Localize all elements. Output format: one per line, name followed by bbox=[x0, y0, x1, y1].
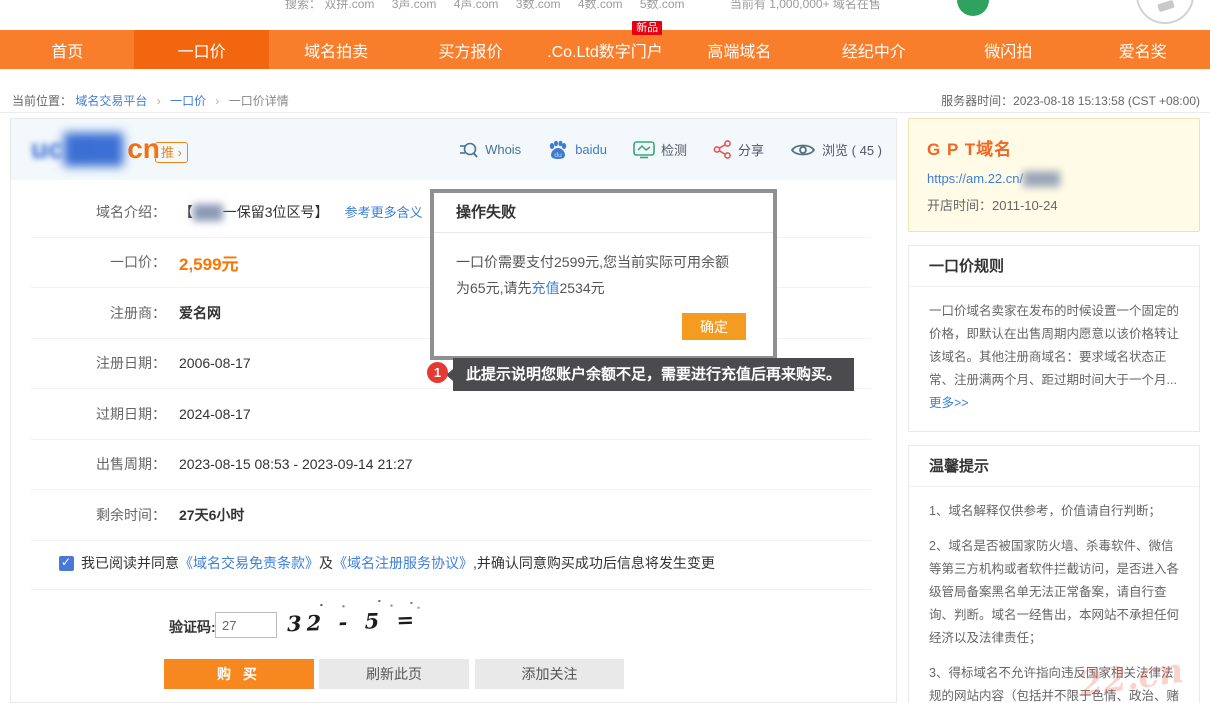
share-button[interactable]: 分享 bbox=[713, 140, 764, 159]
rules-body: 一口价域名卖家在发布的时候设置一个固定的价格，即默认在出售周期内愿意以该价格转让… bbox=[909, 287, 1199, 431]
add-watch-button[interactable]: 添加关注 bbox=[475, 659, 624, 689]
top-search-bar: 搜索： 双拼.com 3声.com 4声.com 3数.com 4数.com 5… bbox=[0, 0, 1210, 28]
check-button[interactable]: 检测 bbox=[633, 140, 687, 159]
breadcrumb-link-fixed-price[interactable]: 一口价 bbox=[170, 94, 206, 108]
annotation-tooltip: 此提示说明您账户余额不足，需要进行充值后再来购买。 bbox=[453, 358, 854, 391]
annotation-step-badge: 1 bbox=[427, 362, 448, 383]
captcha-label: 验证码: bbox=[169, 617, 216, 637]
server-time: 服务器时间：2023-08-18 15:13:58 (CST +08:00) bbox=[941, 92, 1200, 109]
agreement-checkbox[interactable] bbox=[59, 556, 74, 571]
customer-service-icon[interactable] bbox=[957, 0, 989, 16]
breadcrumb-separator: › bbox=[215, 94, 219, 108]
time-left-value: 27天6小时 bbox=[179, 505, 244, 525]
nav-item-buyer-offer[interactable]: 买方报价 bbox=[403, 30, 537, 69]
reg-date-value: 2006-08-17 bbox=[179, 355, 251, 371]
share-icon bbox=[713, 140, 732, 159]
breadcrumb-current: 一口价详情 bbox=[229, 94, 289, 108]
price-value: 2,599元 bbox=[179, 250, 239, 275]
tips-title: 温馨提示 bbox=[909, 446, 1199, 487]
shop-open-date: 开店时间：2011-10-24 bbox=[927, 195, 1181, 214]
breadcrumb-separator: › bbox=[157, 94, 161, 108]
trade-disclaimer-link[interactable]: 《域名交易免责条款》 bbox=[179, 553, 319, 573]
tip-item-2: 2、域名是否被国家防火墙、杀毒软件、微信等第三方机构或者软件拦截访问，是否进入各… bbox=[929, 535, 1181, 650]
rules-text: 一口价域名卖家在发布的时候设置一个固定的价格，即默认在出售周期内愿意以该价格转让… bbox=[929, 300, 1181, 415]
breadcrumb-link-platform[interactable]: 域名交易平台 bbox=[75, 94, 147, 108]
expire-date-value: 2024-08-17 bbox=[179, 406, 251, 422]
row-expire-date: 过期日期： 2024-08-17 bbox=[31, 389, 871, 440]
domain-header: uc███cn 推 › Whois bbox=[11, 119, 896, 180]
seller-shop-card: G P T域名 https://am.22.cn/████ 开店时间：2011-… bbox=[908, 118, 1200, 232]
nav-item-home[interactable]: 首页 bbox=[0, 30, 134, 69]
nav-item-auction[interactable]: 域名拍卖 bbox=[269, 30, 403, 69]
nav-item-broker[interactable]: 经纪中介 bbox=[807, 30, 941, 69]
registrar-value: 爱名网 bbox=[179, 303, 221, 323]
row-time-left: 剩余时间： 27天6小时 bbox=[31, 490, 871, 541]
tip-item-3: 3、得标域名不允许指向违反国家相关法律法规的网站内容（包括并不限于色情、政治、赌… bbox=[929, 662, 1181, 703]
sidebar: G P T域名 https://am.22.cn/████ 开店时间：2011-… bbox=[908, 118, 1200, 703]
main-nav: 首页 一口价 域名拍卖 买方报价 .Co.Ltd数字门户 新品 高端域名 经纪中… bbox=[0, 30, 1210, 69]
rules-more-link[interactable]: 更多>> bbox=[929, 396, 969, 410]
page: 搜索： 双拼.com 3声.com 4声.com 3数.com 4数.com 5… bbox=[0, 0, 1210, 703]
baidu-button[interactable]: du baidu bbox=[547, 140, 607, 160]
baidu-paw-icon: du bbox=[547, 140, 569, 160]
dialog-title: 操作失败 bbox=[434, 193, 773, 233]
nav-item-flash-auction[interactable]: 微闪拍 bbox=[941, 30, 1075, 69]
shop-title: G P T域名 bbox=[927, 135, 1181, 160]
breadcrumb-prefix: 当前位置： bbox=[12, 94, 72, 108]
more-meaning-link[interactable]: 参考更多含义 bbox=[345, 202, 423, 221]
intro-value: 【███一保留3位区号】 bbox=[179, 202, 329, 222]
rules-title: 一口价规则 bbox=[909, 246, 1199, 287]
promote-badge[interactable]: 推 › bbox=[155, 142, 188, 163]
tip-item-1: 1、域名解释仅供参考，价值请自行判断； bbox=[929, 500, 1181, 523]
domain-name-redacted: ███ bbox=[64, 133, 124, 164]
row-sale-period: 出售周期： 2023-08-15 08:53 - 2023-09-14 21:2… bbox=[31, 440, 871, 491]
nav-item-coltd-portal[interactable]: .Co.Ltd数字门户 新品 bbox=[538, 30, 672, 69]
avatar-glyph bbox=[1157, 0, 1175, 12]
whois-button[interactable]: Whois bbox=[459, 141, 521, 159]
whois-search-icon bbox=[459, 141, 479, 159]
agreement-row: 我已阅读并同意 《域名交易免责条款》 及 《域名注册服务协议》 ,并确认同意购买… bbox=[59, 553, 715, 573]
nav-item-premium-domains[interactable]: 高端域名 bbox=[672, 30, 806, 69]
views-counter[interactable]: 浏览 ( 45 ) bbox=[790, 140, 882, 159]
dialog-message: 一口价需要支付2599元,您当前实际可用余额为65元,请先充值2534元 bbox=[434, 233, 764, 301]
divider bbox=[31, 589, 871, 590]
captcha-image[interactable]: 32 - 5 = bbox=[287, 607, 420, 637]
monitor-check-icon bbox=[633, 141, 655, 159]
domain-stock-count: 当前有 1,000,000+ 域名在售 bbox=[730, 0, 881, 11]
shop-url-link[interactable]: https://am.22.cn/████ bbox=[927, 171, 1181, 186]
warm-tips-card: 温馨提示 1、域名解释仅供参考，价值请自行判断； 2、域名是否被国家防火墙、杀毒… bbox=[908, 445, 1200, 703]
nav-item-fixed-price[interactable]: 一口价 bbox=[134, 30, 268, 69]
confirm-button[interactable]: 确定 bbox=[682, 313, 746, 340]
captcha-row: 验证码: 32 - 5 = bbox=[11, 609, 896, 643]
sale-period-value: 2023-08-15 08:53 - 2023-09-14 21:27 bbox=[179, 456, 413, 472]
domain-tools: Whois du baidu bbox=[459, 119, 882, 180]
nav-item-aiming-award[interactable]: 爱名奖 bbox=[1076, 30, 1210, 69]
svg-text:du: du bbox=[554, 152, 562, 159]
intro-redacted: ███ bbox=[193, 204, 223, 220]
fixed-price-rules-card: 一口价规则 一口价域名卖家在发布的时候设置一个固定的价格，即默认在出售周期内愿意… bbox=[908, 245, 1200, 432]
search-label: 搜索： bbox=[285, 0, 321, 11]
user-avatar-icon[interactable] bbox=[1136, 0, 1194, 24]
breadcrumb-row: 当前位置： 域名交易平台 › 一口价 › 一口价详情 服务器时间：2023-08… bbox=[0, 86, 1210, 113]
shop-url-redacted: ████ bbox=[1023, 171, 1060, 186]
search-link-shuangpin[interactable]: 双拼.com bbox=[324, 0, 374, 11]
search-link-3shu[interactable]: 3数.com bbox=[516, 0, 561, 11]
search-link-3sheng[interactable]: 3声.com bbox=[392, 0, 437, 11]
eye-icon bbox=[790, 142, 816, 158]
tips-body: 1、域名解释仅供参考，价值请自行判断； 2、域名是否被国家防火墙、杀毒软件、微信… bbox=[909, 487, 1199, 703]
buy-button[interactable]: 购 买 bbox=[164, 659, 314, 689]
captcha-input[interactable] bbox=[215, 612, 277, 638]
action-buttons: 购 买 刷新此页 添加关注 bbox=[11, 659, 896, 689]
recharge-link[interactable]: 充值 bbox=[531, 280, 559, 296]
search-link-4sheng[interactable]: 4声.com bbox=[454, 0, 499, 11]
breadcrumb: 当前位置： 域名交易平台 › 一口价 › 一口价详情 bbox=[12, 92, 289, 109]
registration-agreement-link[interactable]: 《域名注册服务协议》 bbox=[333, 553, 473, 573]
new-badge: 新品 bbox=[632, 21, 662, 35]
search-link-5shu[interactable]: 5数.com bbox=[640, 0, 685, 11]
operation-failed-dialog: 操作失败 一口价需要支付2599元,您当前实际可用余额为65元,请先充值2534… bbox=[430, 189, 777, 360]
refresh-page-button[interactable]: 刷新此页 bbox=[319, 659, 469, 689]
search-link-4shu[interactable]: 4数.com bbox=[578, 0, 623, 11]
domain-name: uc███cn bbox=[31, 133, 160, 165]
